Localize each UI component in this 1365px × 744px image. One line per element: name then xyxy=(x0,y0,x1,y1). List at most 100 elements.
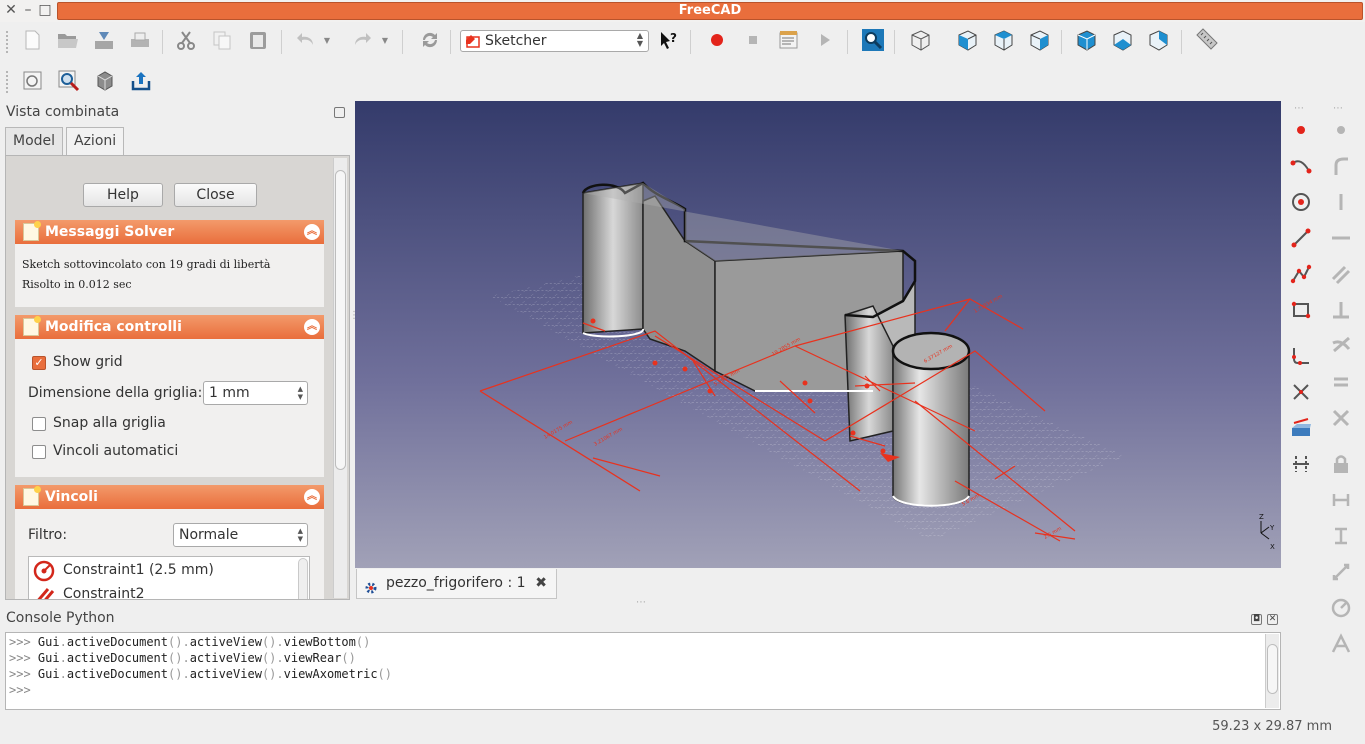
close-window-icon[interactable]: ✕ xyxy=(3,2,19,18)
vertical-constraint-icon[interactable] xyxy=(1328,189,1354,215)
cut-icon[interactable] xyxy=(172,26,200,54)
maximize-window-icon[interactable]: □ xyxy=(37,2,53,18)
view-bottom-icon[interactable] xyxy=(1108,26,1136,54)
perpendicular-constraint-icon[interactable] xyxy=(1328,297,1354,323)
new-icon[interactable] xyxy=(18,26,46,54)
svg-text:14.0175 mm: 14.0175 mm xyxy=(543,419,574,440)
python-console[interactable]: >>> Gui.activeDocument().activeView().vi… xyxy=(5,632,1281,710)
point-on-object-icon[interactable] xyxy=(1328,153,1354,179)
edit-controls-header[interactable]: Modifica controlli ︽ xyxy=(15,315,324,339)
svg-text:?: ? xyxy=(670,31,677,45)
tab-model[interactable]: Model xyxy=(5,127,64,155)
edit-macro-icon[interactable] xyxy=(775,26,803,54)
console-scrollbar[interactable] xyxy=(1265,634,1279,708)
open-icon[interactable] xyxy=(54,26,82,54)
tangent-constraint-icon[interactable] xyxy=(1328,333,1354,359)
constraints-header[interactable]: Vincoli ︽ xyxy=(15,485,324,509)
angle-constraint-icon[interactable] xyxy=(1328,631,1354,657)
filter-select[interactable]: Normale ▲ ▼ xyxy=(173,523,308,547)
fillet-icon[interactable] xyxy=(1288,343,1314,369)
rectangle-icon[interactable] xyxy=(1288,297,1314,323)
equal-constraint-icon[interactable] xyxy=(1328,369,1354,395)
console-input-line[interactable]: >>> xyxy=(9,682,1277,698)
parallel-constraint-tool-icon[interactable] xyxy=(1328,261,1354,287)
close-button[interactable]: Close xyxy=(174,183,257,207)
view-axometric-icon[interactable] xyxy=(906,26,934,54)
whats-this-icon[interactable]: ? xyxy=(655,26,683,54)
vertical-distance-icon[interactable] xyxy=(1328,523,1354,549)
status-bar: 59.23 x 29.87 mm xyxy=(0,712,1365,744)
close-tab-icon[interactable]: ✖ xyxy=(535,569,547,598)
minimize-window-icon[interactable]: – xyxy=(20,2,36,18)
horizontal-distance-icon[interactable] xyxy=(1328,487,1354,513)
new-sketch-icon[interactable] xyxy=(19,67,47,95)
copy-icon[interactable] xyxy=(208,26,236,54)
list-item[interactable]: Constraint2 xyxy=(33,582,145,599)
line-icon[interactable] xyxy=(1288,225,1314,251)
task-panel-scrollbar[interactable] xyxy=(333,158,347,598)
view-sketch-icon[interactable] xyxy=(55,67,83,95)
redo-icon[interactable] xyxy=(348,26,376,54)
view-rear-icon[interactable] xyxy=(1072,26,1100,54)
document-tab[interactable]: pezzo_frigorifero : 1 ✖ xyxy=(356,569,557,599)
horizontal-splitter[interactable]: ⋯ xyxy=(636,597,646,608)
solver-messages-box: Messaggi Solver ︽ Sketch sottovincolato … xyxy=(15,220,324,307)
external-geometry-icon[interactable] xyxy=(1288,415,1314,441)
view-left-icon[interactable] xyxy=(1144,26,1172,54)
view-top-icon[interactable] xyxy=(989,26,1017,54)
polyline-icon[interactable] xyxy=(1288,261,1314,287)
stop-macro-icon[interactable] xyxy=(739,26,767,54)
radius-constraint-tool-icon[interactable] xyxy=(1328,595,1354,621)
solver-messages-header[interactable]: Messaggi Solver ︽ xyxy=(15,220,324,244)
coincident-constraint-icon[interactable] xyxy=(1328,117,1354,143)
fit-all-icon[interactable] xyxy=(859,26,887,54)
snap-grid-checkbox[interactable] xyxy=(32,417,46,431)
view-front-icon[interactable] xyxy=(953,26,981,54)
collapse-icon[interactable]: ︽ xyxy=(304,319,320,335)
show-grid-label: Show grid xyxy=(53,354,123,370)
print-icon[interactable] xyxy=(126,26,154,54)
run-macro-icon[interactable] xyxy=(811,26,839,54)
svg-text:Z: Z xyxy=(1259,513,1264,521)
horizontal-constraint-icon[interactable] xyxy=(1328,225,1354,251)
view-right-icon[interactable] xyxy=(1025,26,1053,54)
auto-constraints-checkbox[interactable] xyxy=(32,445,46,459)
solver-time-text: Risolto in 0.012 sec xyxy=(22,278,132,291)
svg-text:3.21067 mm: 3.21067 mm xyxy=(593,426,624,447)
measure-icon[interactable] xyxy=(1192,26,1220,54)
show-grid-checkbox[interactable]: ✓ xyxy=(32,356,46,370)
collapse-icon[interactable]: ︽ xyxy=(304,224,320,240)
lock-constraint-icon[interactable] xyxy=(1328,451,1354,477)
undo-dropdown-icon[interactable]: ▼ xyxy=(320,26,334,54)
tab-azioni[interactable]: Azioni xyxy=(66,127,125,155)
document-tab-label: pezzo_frigorifero : 1 xyxy=(386,575,526,591)
svg-text:Y: Y xyxy=(1269,524,1275,532)
leave-sketch-icon[interactable] xyxy=(127,67,155,95)
undo-icon[interactable] xyxy=(292,26,320,54)
circle-icon[interactable] xyxy=(1288,189,1314,215)
point-icon[interactable] xyxy=(1288,117,1314,143)
trim-icon[interactable] xyxy=(1288,379,1314,405)
distance-constraint-icon[interactable] xyxy=(1328,559,1354,585)
float-panel-icon[interactable] xyxy=(334,107,345,118)
edit-controls-box: Modifica controlli ︽ ✓ Show grid Dimensi… xyxy=(15,315,324,477)
symmetric-constraint-icon[interactable] xyxy=(1328,405,1354,431)
collapse-icon[interactable]: ︽ xyxy=(304,489,320,505)
float-console-icon[interactable]: ◘ xyxy=(1251,614,1262,625)
help-button[interactable]: Help xyxy=(83,183,163,207)
console-line: >>> Gui.activeDocument().activeView().vi… xyxy=(9,635,371,649)
workbench-selector[interactable]: Sketcher ▲ ▼ xyxy=(460,30,649,52)
save-icon[interactable] xyxy=(90,26,118,54)
grid-size-spinbox[interactable]: 1 mm ▲ ▼ xyxy=(203,381,308,405)
close-console-icon[interactable]: ✕ xyxy=(1267,614,1278,625)
redo-dropdown-icon[interactable]: ▼ xyxy=(378,26,392,54)
map-sketch-icon[interactable] xyxy=(91,67,119,95)
paste-icon[interactable] xyxy=(244,26,272,54)
record-macro-icon[interactable] xyxy=(703,26,731,54)
arc-icon[interactable] xyxy=(1288,153,1314,179)
3d-view[interactable]: 14.0175 mm 3.21067 mm 5.5805 mm 19.2855 … xyxy=(355,101,1281,568)
construction-mode-icon[interactable] xyxy=(1288,451,1314,477)
refresh-icon[interactable] xyxy=(416,26,444,54)
list-scrollbar[interactable] xyxy=(298,558,308,599)
list-item[interactable]: Constraint1 (2.5 mm) xyxy=(33,558,214,582)
